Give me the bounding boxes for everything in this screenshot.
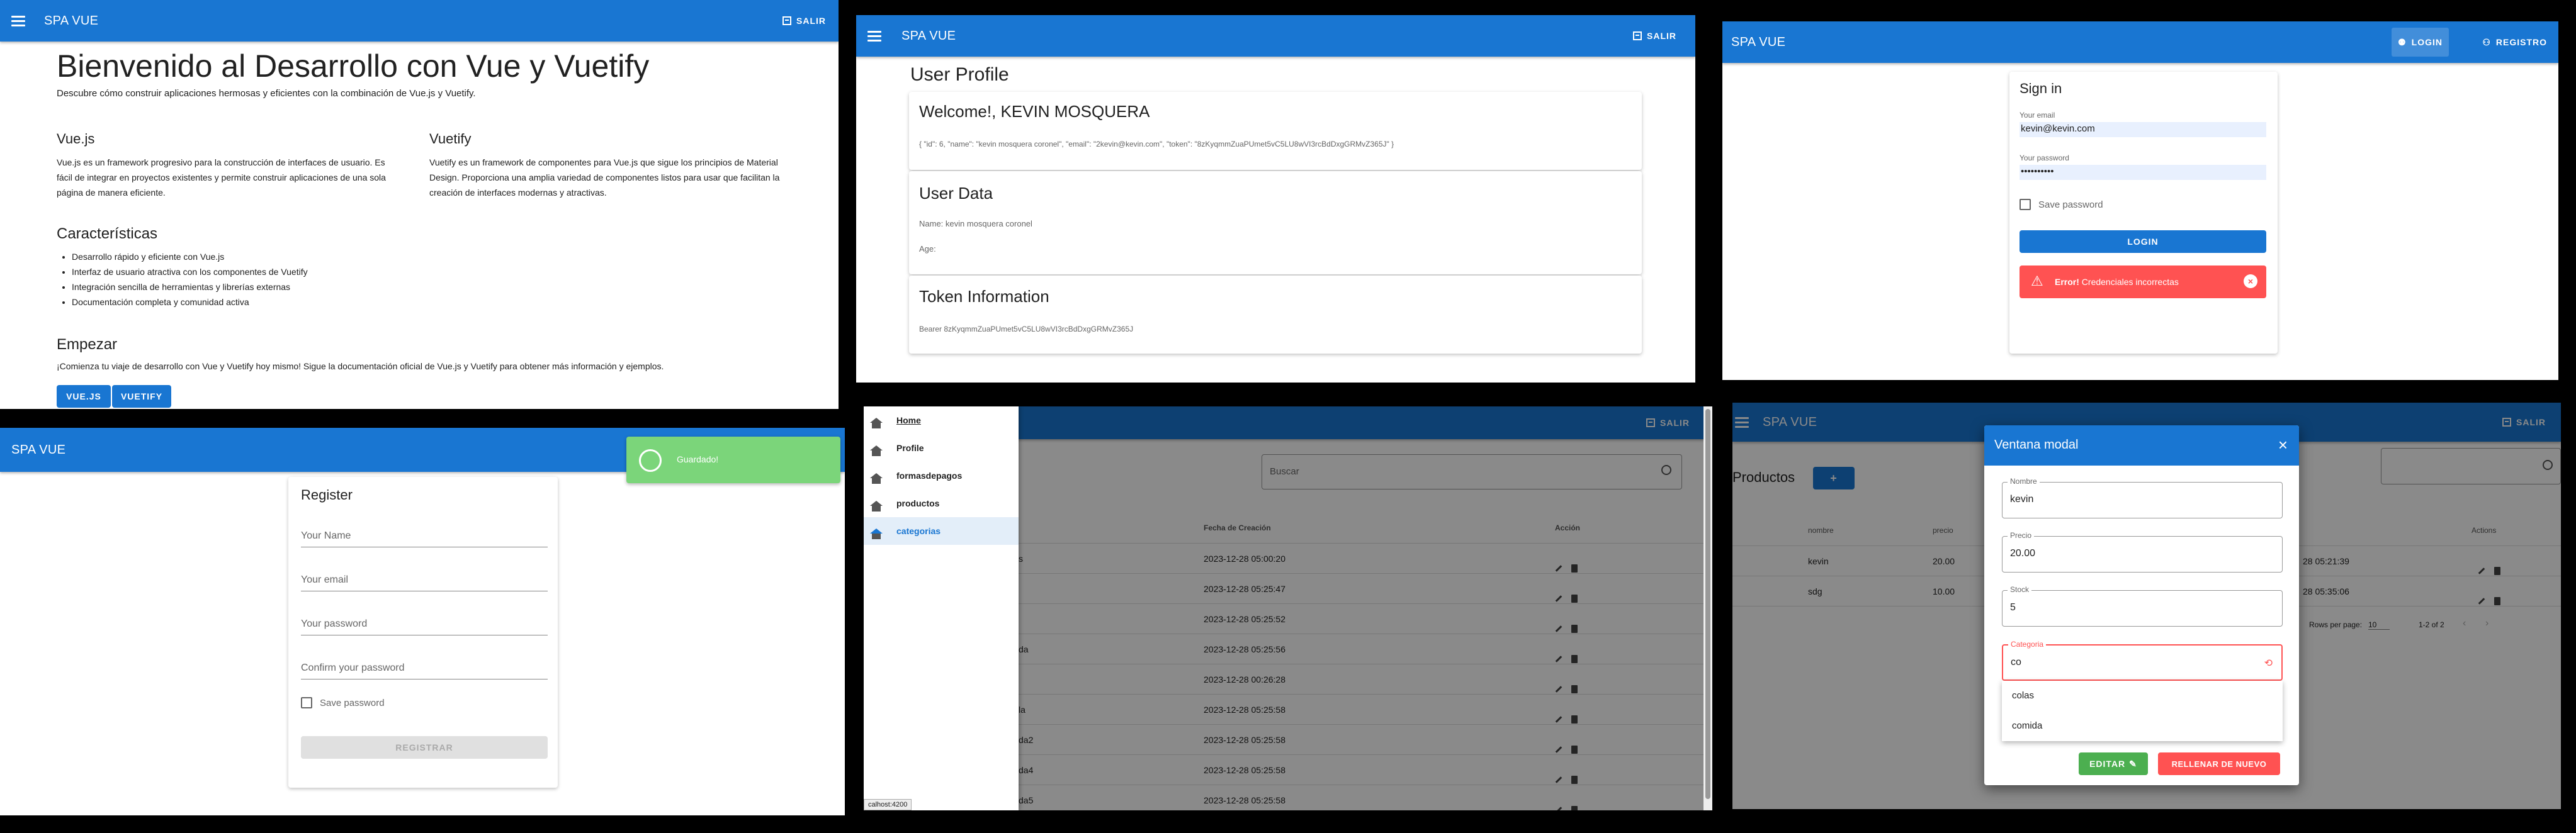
login-card: Sign in Your email kevin@kevin.com Your … xyxy=(2009,72,2278,354)
start-title: Empezar xyxy=(57,336,118,353)
checkbox-icon xyxy=(301,697,312,708)
welcome-title: Welcome!, KEVIN MOSQUERA xyxy=(919,102,1150,121)
email-field[interactable]: Your email kevin@kevin.com xyxy=(2020,111,2266,137)
categories-panel: SALIR Buscar Fecha de Creación Acción s2… xyxy=(864,406,1712,810)
app-title: SPA VUE xyxy=(1731,35,1786,49)
vue-title: Vue.js xyxy=(57,131,95,147)
profile-panel: SPA VUE SALIR User Profile Welcome!, KEV… xyxy=(856,15,1695,383)
logout-button[interactable]: SALIR xyxy=(1633,31,1676,41)
vuetify-title: Vuetify xyxy=(429,131,472,147)
token-value: Bearer 8zKyqmmZuaPUmet5vC5LU8wVI3rcBdDxg… xyxy=(919,325,1134,333)
page-title: User Profile xyxy=(910,64,1009,85)
status-url: calhost:4200 xyxy=(864,799,912,810)
vue-text: Vue.js es un framework progresivo para l… xyxy=(57,157,386,198)
logout-button[interactable]: SALIR xyxy=(782,16,826,26)
token-title: Token Information xyxy=(919,287,1049,306)
menu-icon[interactable] xyxy=(867,29,881,43)
home-icon xyxy=(870,501,883,512)
logout-icon xyxy=(1633,31,1642,40)
home-icon xyxy=(870,445,883,456)
nav-item-formasdepagos[interactable]: formasdepagos xyxy=(864,462,1019,489)
list-item: Interfaz de usuario atractiva con los co… xyxy=(72,264,308,279)
autocomplete-menu: colas comida xyxy=(2002,681,2283,741)
menu-icon[interactable] xyxy=(11,14,25,28)
products-panel: SPA VUE SALIR Productos + nombre precio … xyxy=(1732,403,2561,809)
edit-modal: Ventana modal × Nombre kevin Precio 20.0… xyxy=(1984,425,2299,785)
app-title: SPA VUE xyxy=(11,442,66,457)
list-item: Desarrollo rápido y eficiente con Vue.js xyxy=(72,249,308,264)
home-icon xyxy=(870,418,883,428)
register-icon: ⚇ xyxy=(2482,36,2491,47)
close-icon[interactable]: × xyxy=(2278,435,2288,455)
hero-title: Bienvenido al Desarrollo con Vue y Vueti… xyxy=(57,48,650,84)
register-nav-button[interactable]: ⚇ REGISTRO xyxy=(2482,37,2547,48)
stock-field[interactable]: Stock 5 xyxy=(2002,585,2283,627)
list-item[interactable]: colas xyxy=(2002,681,2283,711)
checkbox-icon xyxy=(2020,199,2031,210)
logout-icon xyxy=(782,16,791,25)
home-panel: SPA VUE SALIR Bienvenido al Desarrollo c… xyxy=(0,0,839,409)
warning-icon: ⚠ xyxy=(2031,273,2043,289)
user-data-card: User Data Name: kevin mosquera coronel A… xyxy=(909,171,1642,274)
nav-item-home[interactable]: Home xyxy=(864,406,1019,434)
register-submit-button[interactable]: REGISTRAR xyxy=(301,736,548,759)
start-text: ¡Comienza tu viaje de desarrollo con Vue… xyxy=(57,361,664,371)
confirm-password-field[interactable]: Confirm your password xyxy=(301,651,548,679)
token-card: Token Information Bearer 8zKyqmmZuaPUmet… xyxy=(909,276,1642,354)
user-data-title: User Data xyxy=(919,184,993,203)
user-name: Name: kevin mosquera coronel xyxy=(919,219,1032,228)
app-bar: SPA VUE SALIR xyxy=(0,0,839,42)
list-item[interactable]: comida xyxy=(2002,711,2283,741)
features-list: Desarrollo rápido y eficiente con Vue.js… xyxy=(72,249,308,310)
save-password-checkbox[interactable]: Save password xyxy=(301,697,385,708)
app-title: SPA VUE xyxy=(901,28,956,43)
name-field[interactable]: Nombre kevin xyxy=(2002,477,2283,518)
features-title: Características xyxy=(57,225,158,242)
edit-button[interactable]: EDITAR ✎ xyxy=(2079,752,2148,775)
login-nav-button[interactable]: ⚉ LOGIN xyxy=(2392,28,2449,57)
login-submit-button[interactable]: LOGIN xyxy=(2020,230,2266,253)
nav-item-profile[interactable]: Profile xyxy=(864,434,1019,462)
password-field[interactable]: Your password xyxy=(301,607,548,635)
email-field[interactable]: Your email xyxy=(301,562,548,591)
home-icon xyxy=(870,473,883,484)
name-field[interactable]: Your Name xyxy=(301,518,548,547)
app-title: SPA VUE xyxy=(44,13,99,28)
snackbar: Guardado! xyxy=(626,437,840,483)
login-icon: ⚉ xyxy=(2398,36,2407,47)
price-field[interactable]: Precio 20.00 xyxy=(2002,531,2283,573)
nav-drawer: Home Profile formasdepagos productos cat… xyxy=(864,406,1019,810)
spinner-icon xyxy=(639,449,662,472)
register-title: Register xyxy=(301,487,353,503)
list-item: Documentación completa y comunidad activ… xyxy=(72,294,308,310)
doc-buttons: VUE.JS VUETIFY xyxy=(57,385,171,408)
reset-button[interactable]: RELLENAR DE NUEVO xyxy=(2158,752,2280,775)
nav-item-categorias[interactable]: categorias xyxy=(864,517,1019,545)
hero-subtitle: Descubre cómo construir aplicaciones her… xyxy=(57,88,476,99)
clear-icon[interactable]: ⟲ xyxy=(2264,657,2273,669)
app-bar: SPA VUE SALIR xyxy=(856,15,1695,57)
register-panel: SPA VUE Guardado! Register Your Name You… xyxy=(0,428,845,815)
modal-header: Ventana modal × xyxy=(1984,425,2299,466)
close-alert-icon[interactable]: × xyxy=(2244,274,2257,288)
vue-docs-button[interactable]: VUE.JS xyxy=(57,385,111,408)
user-age: Age: xyxy=(919,244,936,254)
error-alert: ⚠ Error! Credenciales incorrectas × xyxy=(2020,266,2266,298)
app-bar: SPA VUE ⚉ LOGIN ⚇ REGISTRO xyxy=(1722,21,2558,63)
password-field[interactable]: Your password •••••••••• xyxy=(2020,154,2266,180)
home-icon xyxy=(870,528,883,539)
register-card: Register Your Name Your email Your passw… xyxy=(288,477,558,788)
scrollbar[interactable] xyxy=(1703,406,1712,810)
save-password-checkbox[interactable]: Save password xyxy=(2020,199,2103,210)
pencil-icon: ✎ xyxy=(2129,758,2137,769)
vuetify-docs-button[interactable]: VUETIFY xyxy=(112,385,171,408)
login-panel: SPA VUE ⚉ LOGIN ⚇ REGISTRO Sign in Your … xyxy=(1722,21,2558,380)
vuetify-text: Vuetify es un framework de componentes p… xyxy=(429,157,780,198)
list-item: Integración sencilla de herramientas y l… xyxy=(72,279,308,294)
login-title: Sign in xyxy=(2020,81,2062,96)
welcome-card: Welcome!, KEVIN MOSQUERA { "id": 6, "nam… xyxy=(909,92,1642,170)
nav-item-productos[interactable]: productos xyxy=(864,489,1019,517)
category-autocomplete[interactable]: Categoria co ⟲ xyxy=(2002,640,2283,681)
user-json: { "id": 6, "name": "kevin mosquera coron… xyxy=(919,140,1394,148)
